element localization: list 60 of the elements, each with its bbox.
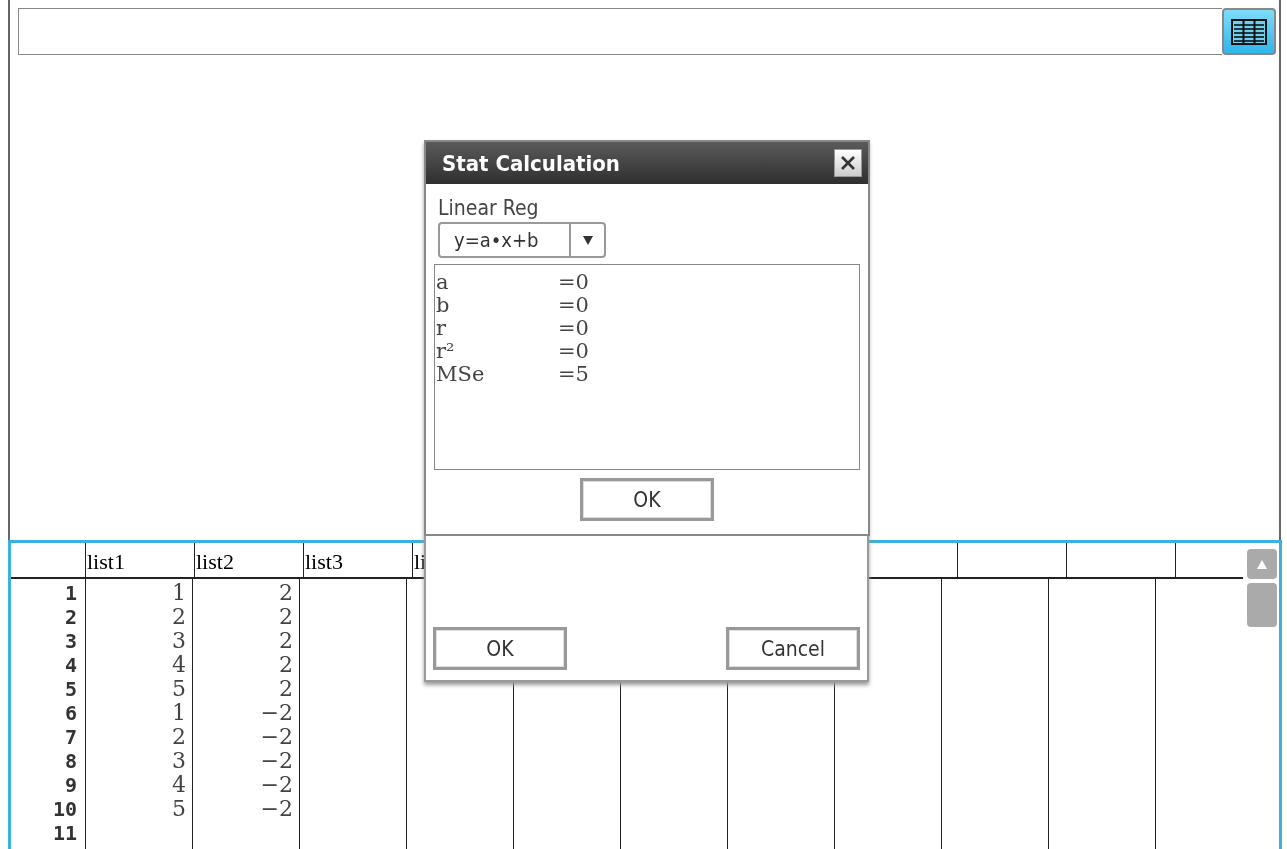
table-cell: 2 [279,629,293,653]
row-number: 1 [64,581,77,605]
model-dropdown[interactable]: y=a•x+b [438,222,606,258]
up-arrow-icon [1257,559,1267,569]
table-cell: 5 [172,797,186,821]
row-number: 6 [64,701,77,725]
row-number: 4 [64,653,77,677]
row-number: 9 [64,773,77,797]
ok-button[interactable]: OK [433,627,567,670]
table-cell: 4 [172,653,186,677]
row-number: 10 [52,797,77,821]
scroll-thumb[interactable] [1247,583,1277,627]
table-cell: −2 [260,773,293,797]
table-cell: 2 [279,581,293,605]
dropdown-arrow-icon [582,235,593,245]
row-number: 2 [64,605,77,629]
result-name: MSe [436,363,486,386]
table-icon [1231,18,1267,45]
ok-button[interactable]: OK [580,478,714,521]
row-number: 11 [52,821,77,845]
table-cell: −2 [260,797,293,821]
result-value: =0 [558,271,589,294]
table-cell: −2 [260,749,293,773]
table-cell: −2 [260,725,293,749]
table-cell: 3 [172,629,186,653]
calculation-label: Linear Reg [438,195,540,222]
result-name: r [436,317,448,340]
result-name: r² [436,340,456,363]
row-number: 8 [64,749,77,773]
close-icon [840,155,856,171]
row-number: 5 [64,677,77,701]
result-value: =5 [558,363,589,386]
column-header[interactable]: li [414,549,427,574]
input-field[interactable] [18,8,1222,55]
table-cell: 2 [279,653,293,677]
table-cell: 1 [172,701,186,725]
close-button[interactable] [834,149,862,177]
scroll-up-button[interactable] [1247,549,1277,579]
table-cell: 5 [172,677,186,701]
table-cell: 1 [172,581,186,605]
table-cell: 2 [279,677,293,701]
table-cell: 2 [279,605,293,629]
result-name: b [436,294,451,317]
column-header[interactable]: list3 [305,549,343,574]
table-cell: 4 [172,773,186,797]
table-cell: −2 [260,701,293,725]
result-value: =0 [558,294,589,317]
row-number: 3 [64,629,77,653]
table-cell: 3 [172,749,186,773]
dialog-title: Stat Calculation [442,150,620,176]
row-number: 7 [64,725,77,749]
table-cell: 2 [172,605,186,629]
list-editor-button[interactable] [1222,8,1276,55]
result-name: a [436,271,450,294]
column-header[interactable]: list2 [196,549,234,574]
column-header[interactable]: list1 [87,549,125,574]
cancel-button[interactable]: Cancel [726,627,860,670]
result-value: =0 [558,317,589,340]
table-cell: 2 [172,725,186,749]
result-value: =0 [558,340,589,363]
